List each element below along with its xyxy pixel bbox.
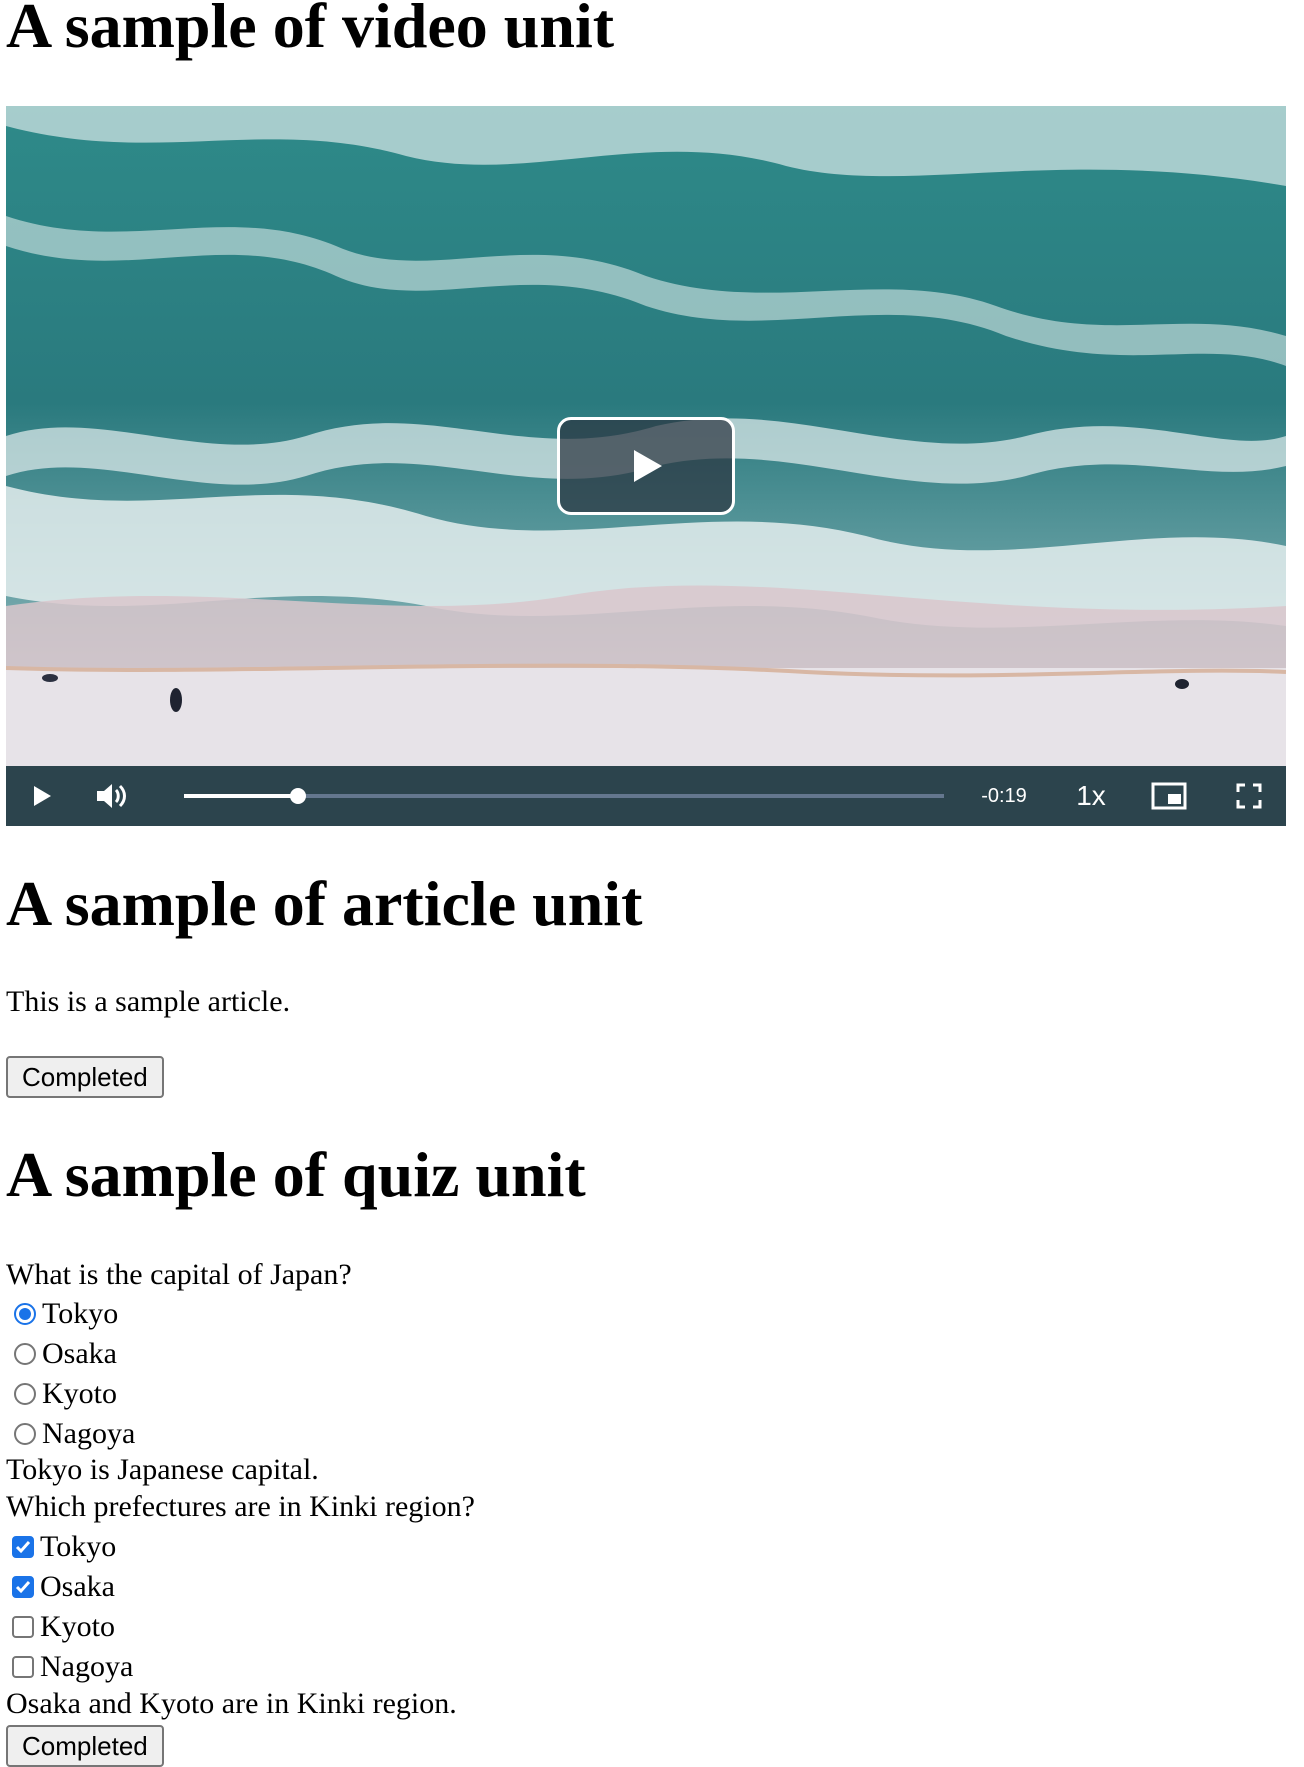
option-label: Tokyo: [42, 1297, 119, 1330]
q1-option-kyoto[interactable]: Kyoto: [14, 1376, 117, 1412]
option-label: Kyoto: [42, 1377, 117, 1410]
big-play-button[interactable]: [557, 417, 735, 515]
checkbox[interactable]: [12, 1656, 34, 1678]
radio-button[interactable]: [14, 1423, 36, 1445]
video-control-bar: -0:19 1x: [6, 766, 1286, 826]
option-label: Nagoya: [40, 1650, 134, 1683]
q1-option-nagoya[interactable]: Nagoya: [14, 1416, 135, 1452]
play-icon: [34, 786, 51, 806]
radio-button[interactable]: [14, 1303, 36, 1325]
volume-icon: [97, 784, 126, 808]
checkbox[interactable]: [12, 1536, 34, 1558]
play-button[interactable]: [20, 766, 62, 826]
option-label: Nagoya: [42, 1417, 136, 1450]
fullscreen-button[interactable]: [1226, 766, 1272, 826]
quiz-explanation-1: Tokyo is Japanese capital.: [6, 1453, 319, 1486]
picture-in-picture-button[interactable]: [1146, 766, 1192, 826]
q1-option-tokyo[interactable]: Tokyo: [14, 1296, 118, 1332]
option-label: Osaka: [40, 1570, 115, 1603]
playback-rate-button[interactable]: 1x: [1066, 766, 1116, 826]
video-unit-heading: A sample of video unit: [6, 0, 615, 61]
quiz-unit-heading: A sample of quiz unit: [6, 1139, 586, 1210]
quiz-explanation-2: Osaka and Kyoto are in Kinki region.: [6, 1687, 457, 1720]
q1-option-osaka[interactable]: Osaka: [14, 1336, 117, 1372]
checkmark-icon: [15, 1541, 31, 1554]
q2-option-nagoya[interactable]: Nagoya: [12, 1649, 133, 1685]
picture-in-picture-icon: [1151, 782, 1187, 810]
progress-slider[interactable]: [184, 766, 944, 826]
checkmark-icon: [15, 1581, 31, 1594]
fullscreen-icon: [1236, 783, 1262, 809]
option-label: Osaka: [42, 1337, 117, 1370]
quiz-completed-button[interactable]: Completed: [6, 1725, 164, 1767]
volume-button[interactable]: [90, 766, 134, 826]
option-label: Kyoto: [40, 1610, 115, 1643]
article-unit-heading: A sample of article unit: [6, 868, 643, 939]
option-label: Tokyo: [40, 1530, 117, 1563]
q2-option-osaka[interactable]: Osaka: [12, 1569, 115, 1605]
article-completed-button[interactable]: Completed: [6, 1056, 164, 1098]
radio-button[interactable]: [14, 1343, 36, 1365]
checkbox[interactable]: [12, 1576, 34, 1598]
quiz-question-2: Which prefectures are in Kinki region?: [6, 1490, 475, 1523]
video-player[interactable]: -0:19 1x: [6, 106, 1286, 826]
big-play-icon: [634, 450, 662, 482]
progress-handle: [290, 788, 306, 804]
quiz-question-1: What is the capital of Japan?: [6, 1258, 352, 1291]
progress-fill: [184, 794, 298, 798]
time-remaining: -0:19: [981, 784, 1027, 807]
q2-option-tokyo[interactable]: Tokyo: [12, 1529, 116, 1565]
article-body: This is a sample article.: [6, 985, 291, 1018]
checkbox[interactable]: [12, 1616, 34, 1638]
radio-button[interactable]: [14, 1383, 36, 1405]
q2-option-kyoto[interactable]: Kyoto: [12, 1609, 115, 1645]
